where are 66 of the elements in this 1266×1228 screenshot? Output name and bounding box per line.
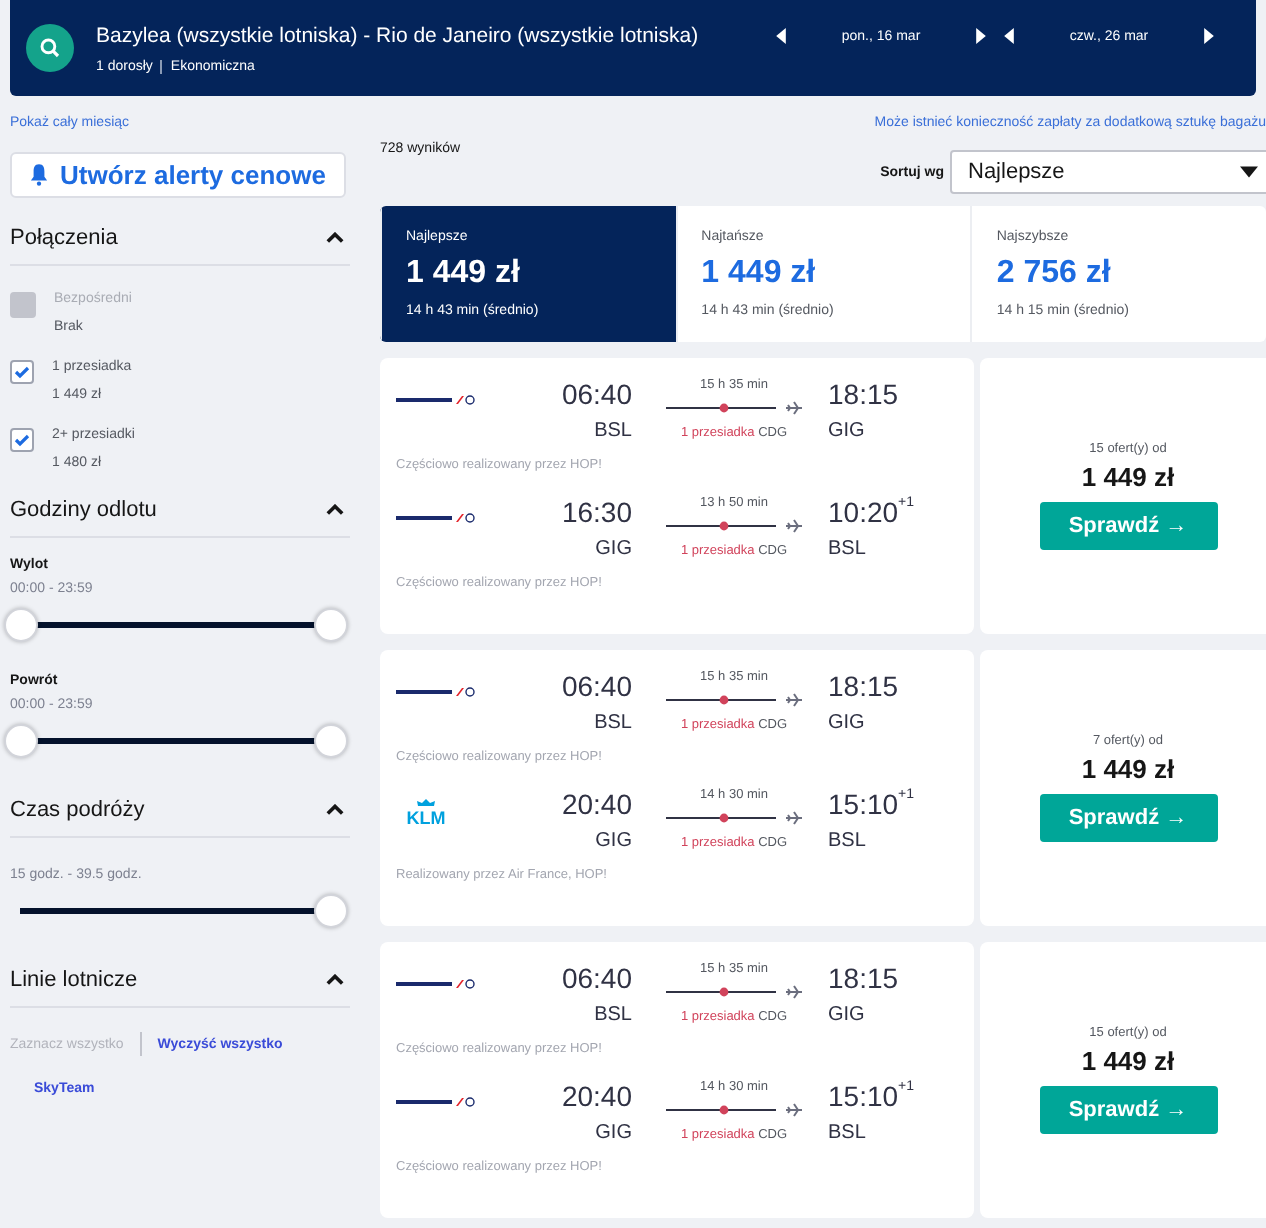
departure-time: 20:40 [561, 788, 632, 820]
departure-time: 06:40 [561, 962, 632, 994]
departure-time: 20:40 [561, 1080, 632, 1112]
arrival-time: 18:15 [828, 378, 901, 410]
departure-time: 06:40 [561, 670, 632, 702]
route-line-drawing [666, 1102, 802, 1118]
chevron-icon[interactable] [326, 504, 344, 516]
section-title: Czas podróży [10, 798, 145, 822]
chevron-icon[interactable] [326, 804, 344, 816]
slider-thumb[interactable] [314, 608, 348, 642]
section-title: Godziny odlotu [10, 498, 157, 522]
airport-code: BSL [594, 420, 632, 442]
dropdown-caret-icon [1240, 166, 1258, 178]
section-title: Połączenia [10, 226, 118, 250]
airline-logo [396, 512, 476, 524]
airport-code: BSL [594, 712, 632, 734]
route-line-drawing [666, 692, 802, 708]
arrival-time: 18:15 [828, 962, 901, 994]
route-line-drawing [666, 984, 802, 1000]
search-icon[interactable] [26, 24, 74, 72]
slider-thumb[interactable] [314, 724, 348, 758]
airline-logo [396, 686, 476, 698]
airport-code: GIG [595, 538, 632, 560]
airline-logo [396, 1096, 476, 1108]
airport-code: GIG [595, 830, 632, 852]
next-icon[interactable] [1204, 28, 1214, 44]
price: 1 449 zł [1081, 462, 1175, 492]
airport-code: BSL [594, 1004, 632, 1026]
departure-time: 16:30 [561, 496, 632, 528]
slider-thumb[interactable] [4, 608, 38, 642]
airline-logo: KLM [396, 798, 456, 828]
airline-logo [396, 394, 476, 406]
airport-code: GIG [595, 1122, 632, 1144]
arrival-time: 18:15 [828, 670, 901, 702]
airport-code: BSL [828, 1122, 868, 1144]
airport-code: GIG [828, 1004, 867, 1026]
price-alert-button[interactable]: Utwórz alerty cenowe [10, 152, 346, 198]
route-title[interactable]: Bazylea (wszystkie lotniska) - Rio de Janeiro (wszystkie lotniska) [96, 23, 756, 47]
price: 1 449 zł [1081, 1046, 1175, 1076]
bell-icon [30, 164, 49, 186]
previous-icon[interactable] [1004, 28, 1014, 44]
departure-time: 06:40 [561, 378, 632, 410]
chevron-icon[interactable] [326, 232, 344, 244]
previous-icon[interactable] [776, 28, 786, 44]
airport-code: GIG [828, 712, 867, 734]
checkbox[interactable] [10, 428, 34, 452]
arrival-time: 15:10$^{+1}$ [828, 1080, 917, 1112]
range-slider[interactable] [4, 724, 348, 758]
slider-thumb[interactable] [4, 724, 38, 758]
range-slider[interactable] [4, 608, 348, 642]
checkbox[interactable] [10, 360, 34, 384]
route-line-drawing [666, 518, 802, 534]
price: 1 449 zł [1081, 754, 1175, 784]
airline-logo [396, 978, 476, 990]
slider-thumb[interactable] [314, 894, 348, 928]
arrival-time: 10:20$^{+1}$ [828, 496, 917, 528]
section-title: Linie lotnicze [10, 968, 138, 992]
route-line-drawing [666, 400, 802, 416]
route-line-drawing [666, 810, 802, 826]
arrival-time: 15:10$^{+1}$ [828, 788, 917, 820]
airport-code: BSL [828, 538, 868, 560]
next-icon[interactable] [976, 28, 986, 44]
airport-code: GIG [828, 420, 867, 442]
sort-dropdown[interactable]: Najlepsze [950, 150, 1266, 194]
chevron-icon[interactable] [326, 974, 344, 986]
airport-code: BSL [828, 830, 868, 852]
